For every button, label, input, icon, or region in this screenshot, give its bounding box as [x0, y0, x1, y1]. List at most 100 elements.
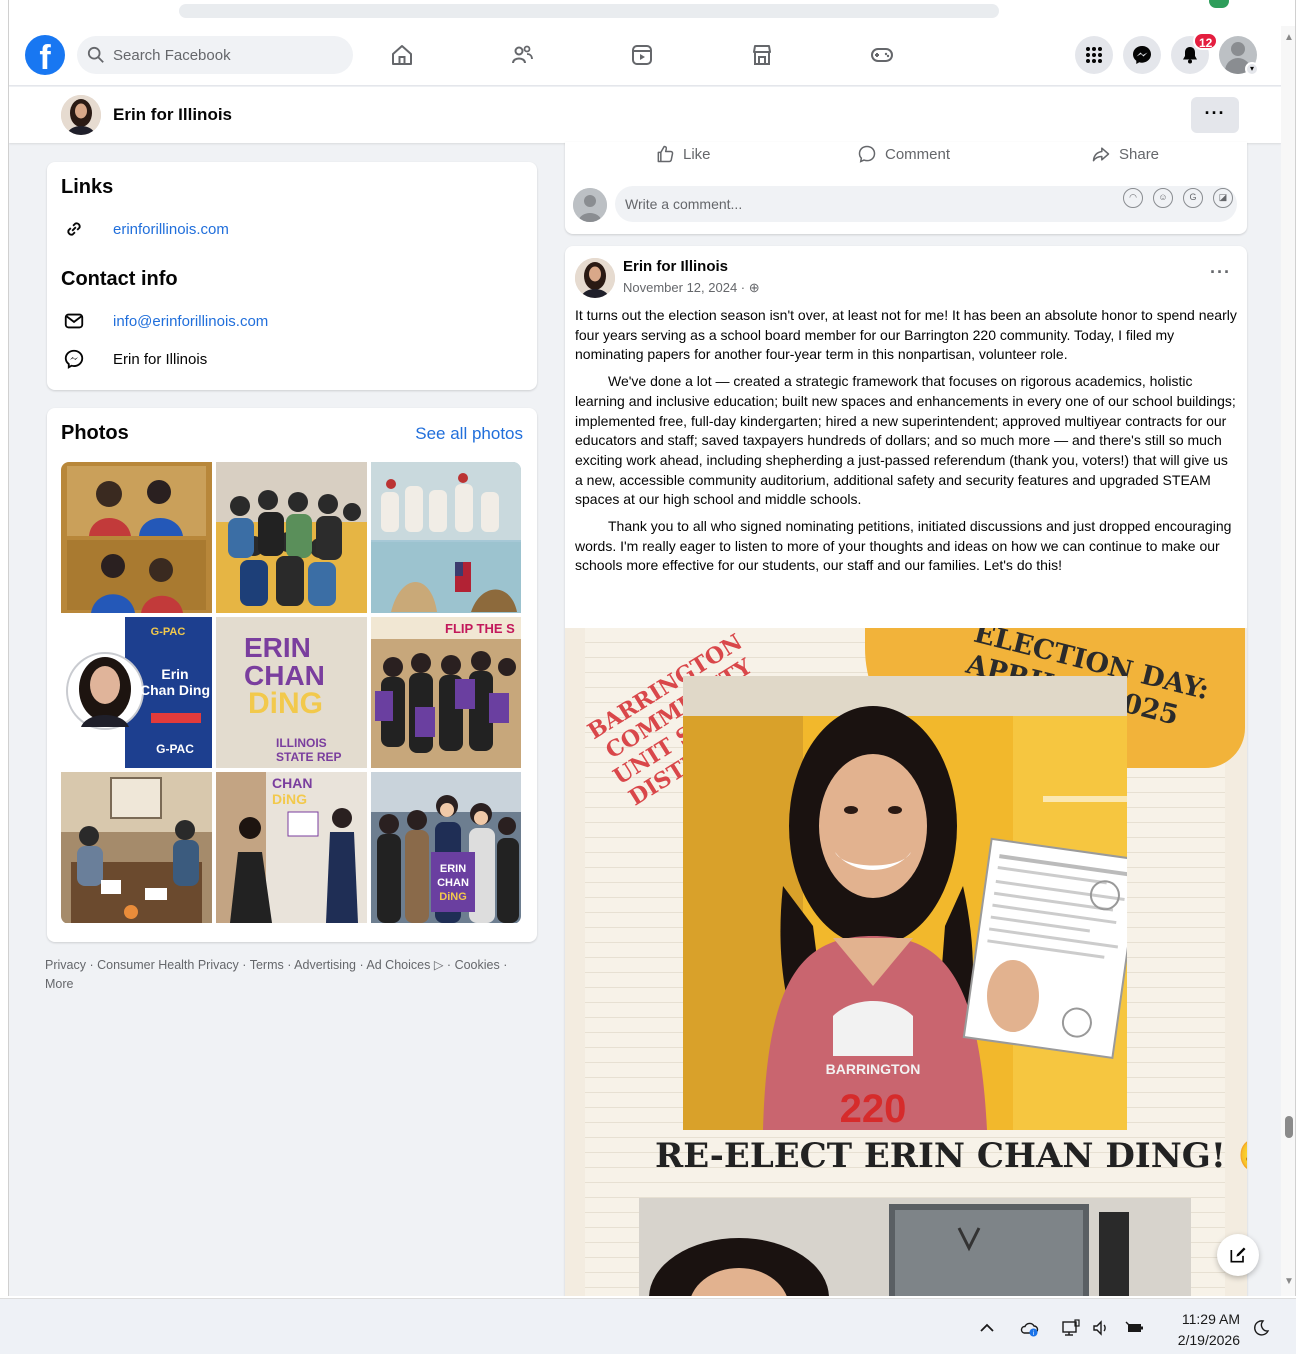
links-contact-card: Links erinforillinois.com Contact info i… [47, 162, 537, 390]
photo-thumbnail[interactable]: CHAN DiNG [216, 772, 367, 923]
onedrive-icon[interactable]: i [1018, 1317, 1040, 1339]
messenger-row: Erin for Illinois [61, 346, 207, 372]
focus-moon-icon[interactable] [1250, 1317, 1272, 1339]
chevron-up-icon[interactable] [976, 1317, 998, 1339]
page-avatar[interactable] [61, 95, 101, 135]
svg-text:i: i [1033, 1331, 1034, 1337]
post-timestamp[interactable]: November 12, 2024 · ⊕ [623, 280, 760, 296]
like-button[interactable]: Like [655, 144, 711, 164]
scroll-thumb[interactable] [1285, 1116, 1293, 1138]
photo-thumbnail[interactable]: FLIP THE S [371, 617, 521, 768]
volume-icon[interactable] [1090, 1317, 1112, 1339]
photo-thumbnail[interactable]: ERIN CHAN DiNG [371, 772, 521, 923]
friends-icon[interactable] [507, 40, 537, 70]
gif-icon[interactable]: G [1183, 188, 1203, 208]
commenter-avatar [573, 188, 607, 222]
comment-tools: ◠ ☺ G ◪ [1123, 188, 1233, 208]
chevron-down-icon[interactable]: ▾ [1245, 62, 1259, 76]
extension-badge [1209, 0, 1229, 8]
svg-text:CHAN: CHAN [437, 877, 469, 889]
more-options-button[interactable]: ··· [1191, 97, 1239, 133]
footer-links: Privacy · Consumer Health Privacy · Term… [45, 958, 508, 991]
address-bar[interactable] [179, 4, 999, 18]
svg-text:ERIN: ERIN [440, 863, 466, 875]
messenger-button[interactable] [1123, 36, 1161, 74]
erin-ding-text: DiNG [248, 687, 323, 720]
footer-consumer-health[interactable]: Consumer Health Privacy [97, 958, 239, 972]
photo-thumbnail[interactable] [216, 462, 367, 613]
link-icon [61, 216, 87, 242]
post-author-avatar[interactable] [575, 258, 615, 298]
post-author[interactable]: Erin for Illinois [623, 258, 728, 275]
footer-cookies[interactable]: Cookies [455, 958, 500, 972]
reelect-headline: RE-ELECT ERIN CHAN DING! 😄 [655, 1136, 1247, 1176]
search-input[interactable]: Search Facebook [77, 36, 353, 74]
share-icon [1092, 147, 1110, 162]
sticker-icon[interactable]: ◪ [1213, 188, 1233, 208]
ad-choices-icon: ▷ [430, 958, 444, 972]
footer-more[interactable]: More [45, 977, 73, 991]
like-label: Like [683, 145, 711, 163]
photo-thumbnail[interactable] [61, 772, 212, 923]
notifications-button[interactable]: 12 [1171, 32, 1219, 74]
gaming-icon[interactable] [867, 40, 897, 70]
search-placeholder: Search Facebook [113, 46, 231, 64]
links-heading: Links [61, 176, 114, 198]
avatar-sticker-icon[interactable]: ◠ [1123, 188, 1143, 208]
footer-privacy[interactable]: Privacy [45, 958, 86, 972]
scroll-up-icon[interactable]: ▲ [1284, 32, 1294, 43]
photos-heading: Photos [61, 422, 129, 444]
post-image[interactable]: ELECTION DAY:APRIL 1, 2025 BARRINGTONCOM… [565, 628, 1247, 1296]
footer-ad-choices[interactable]: Ad Choices [366, 958, 430, 972]
network-icon[interactable] [1060, 1317, 1082, 1339]
post-more-button[interactable]: ··· [1210, 262, 1231, 283]
messenger-name[interactable]: Erin for Illinois [113, 351, 207, 368]
photo-thumbnail[interactable] [61, 462, 212, 613]
thumbs-up-icon [657, 145, 674, 163]
share-label: Share [1119, 145, 1160, 163]
clock-date: 2/19/2026 [1177, 1332, 1240, 1348]
email-row: info@erinforillinois.com [61, 308, 268, 334]
search-icon [87, 46, 104, 63]
page-name[interactable]: Erin for Illinois [113, 105, 232, 125]
photo-thumbnail[interactable] [371, 462, 521, 613]
shirt-number: 220 [840, 1087, 907, 1130]
photo-thumbnail[interactable]: ERIN CHAN DiNG ILLINOIS STATE REP [216, 617, 367, 768]
system-clock[interactable]: 11:29 AM 2/19/2026 [1160, 1309, 1240, 1351]
comment-icon [858, 145, 876, 163]
svg-text:Chan Ding: Chan Ding [140, 682, 210, 698]
post-paragraph: Thank you to all who signed nominating p… [575, 518, 1232, 574]
top-navigation: f Search Facebook 12 ▾ [9, 26, 1281, 86]
menu-grid-button[interactable] [1075, 36, 1113, 74]
facebook-logo-icon[interactable]: f [25, 35, 65, 75]
email-link[interactable]: info@erinforillinois.com [113, 313, 268, 330]
svg-text:DiNG: DiNG [272, 791, 307, 807]
gpac-title: G-PAC [151, 626, 186, 638]
footer-advertising[interactable]: Advertising [294, 958, 356, 972]
see-all-photos-link[interactable]: See all photos [415, 424, 523, 444]
messenger-icon [1133, 46, 1151, 64]
post-card: Erin for Illinois November 12, 2024 · ⊕ … [565, 246, 1247, 1296]
taskbar: i 11:29 AM 2/19/2026 [0, 1298, 1296, 1354]
marketplace-icon[interactable] [747, 40, 777, 70]
svg-text:STATE REP: STATE REP [276, 750, 342, 764]
page-header: Erin for Illinois ··· [9, 87, 1281, 143]
battery-icon[interactable] [1124, 1317, 1146, 1339]
website-link[interactable]: erinforillinois.com [113, 221, 229, 238]
share-button[interactable]: Share [1091, 144, 1159, 164]
new-message-button[interactable] [1217, 1234, 1259, 1276]
scroll-down-icon[interactable]: ▼ [1284, 1276, 1294, 1287]
page-scrollbar[interactable]: ▲ ▼ [1281, 26, 1295, 1296]
comment-composer: Write a comment... ◠ ☺ G ◪ [565, 180, 1247, 232]
flip-text: FLIP THE S [445, 621, 515, 636]
second-photo [639, 1198, 1191, 1296]
video-icon[interactable] [627, 40, 657, 70]
contact-info-heading: Contact info [61, 268, 178, 290]
photo-thumbnail[interactable]: G-PAC Erin Chan Ding G-PAC [61, 617, 212, 768]
footer-terms[interactable]: Terms [250, 958, 284, 972]
comment-button[interactable]: Comment [857, 144, 950, 164]
home-icon[interactable] [387, 40, 417, 70]
svg-text:ERIN: ERIN [244, 632, 311, 663]
emoji-icon[interactable]: ☺ [1153, 188, 1173, 208]
post-actions: Like Comment Share [565, 142, 1245, 172]
